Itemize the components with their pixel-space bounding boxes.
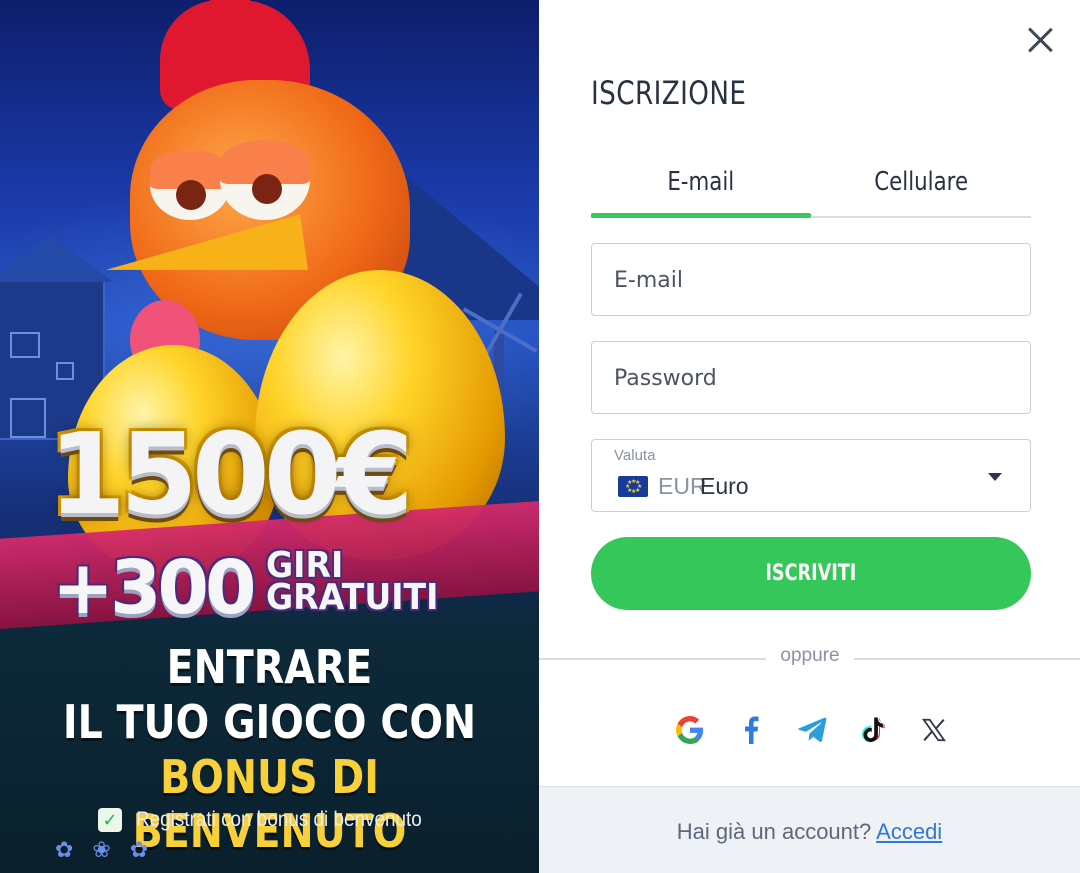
facebook-icon — [745, 716, 759, 744]
form-title: ISCRIZIONE — [591, 74, 747, 112]
tab-cellulare-label: Cellulare — [874, 167, 968, 197]
promo-headline-line1: ENTRARE — [166, 640, 373, 694]
signup-submit-button[interactable]: ISCRIVITI — [591, 537, 1031, 610]
chevron-down-icon — [988, 473, 1002, 481]
currency-select-label: Valuta — [614, 447, 656, 464]
close-button[interactable] — [1022, 22, 1058, 58]
google-icon — [676, 716, 704, 744]
login-footer: Hai già un account? Accedi — [539, 786, 1080, 873]
telegram-icon — [798, 717, 827, 742]
welcome-bonus-checkbox-label: Registrati con bonus di benvenuto — [136, 808, 422, 831]
tab-email[interactable]: E-mail — [591, 160, 811, 218]
eu-flag-icon: ★ ★ ★ ★ ★ ★ ★ ★ — [618, 476, 648, 497]
flowers-decoration: ✿ ❀ ✿ — [55, 838, 155, 863]
tab-cellulare[interactable]: Cellulare — [811, 160, 1031, 216]
bonus-amount: 1500€ — [48, 410, 414, 540]
windmill-blade — [497, 292, 523, 333]
social-login-row — [672, 710, 952, 750]
telegram-login-button[interactable] — [794, 712, 830, 748]
free-spins-label-line2: GRATUITI — [266, 577, 439, 618]
promo-headline-line2: IL TUO GIOCO CON — [62, 695, 477, 749]
rooster-eye-left — [150, 150, 230, 220]
rooster-eye-right — [220, 140, 310, 220]
email-field[interactable] — [614, 264, 1004, 296]
facebook-login-button[interactable] — [733, 712, 769, 748]
tab-email-label: E-mail — [667, 167, 735, 197]
password-field[interactable] — [614, 362, 1004, 394]
x-icon — [922, 718, 946, 742]
signup-submit-label: ISCRIVITI — [765, 561, 857, 586]
welcome-bonus-checkbox-row[interactable]: ✓ Registrati con bonus di benvenuto — [98, 808, 454, 832]
login-prompt: Hai già un account? Accedi — [539, 819, 1080, 845]
login-prompt-text: Hai già un account? — [676, 819, 872, 844]
x-login-button[interactable] — [916, 712, 952, 748]
barn-door — [10, 398, 46, 438]
tiktok-login-button[interactable] — [855, 712, 891, 748]
tiktok-icon — [862, 717, 885, 743]
google-login-button[interactable] — [672, 712, 708, 748]
login-link[interactable]: Accedi — [876, 819, 942, 844]
welcome-bonus-checkbox[interactable]: ✓ — [98, 808, 122, 832]
password-field-container — [591, 341, 1031, 414]
checkmark-icon: ✓ — [102, 809, 118, 831]
currency-select[interactable]: Valuta ★ ★ ★ ★ ★ ★ ★ ★ EUR Euro — [591, 439, 1031, 512]
barn-window — [56, 362, 74, 380]
divider-label: oppure — [766, 645, 854, 667]
currency-name: Euro — [700, 473, 749, 499]
barn-window — [10, 332, 40, 358]
promo-banner: 1500€ +300 GIRI GRATUITI ENTRARE IL TUO … — [0, 0, 539, 873]
free-spins-count: +300 — [52, 545, 256, 631]
email-field-container — [591, 243, 1031, 316]
free-spins-label: GIRI GRATUITI — [266, 548, 439, 618]
signup-method-tabs: E-mail Cellulare — [591, 160, 1031, 218]
